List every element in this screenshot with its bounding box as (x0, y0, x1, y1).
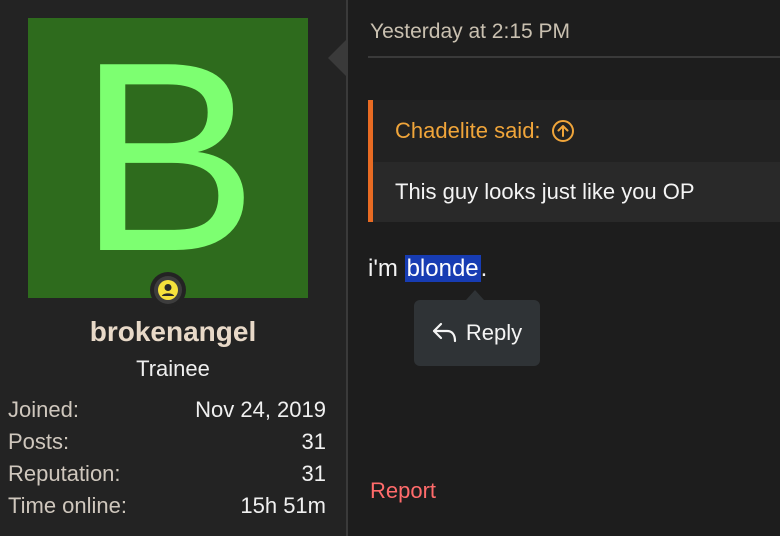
post-date[interactable]: Yesterday at 2:15 PM (370, 20, 570, 44)
user-stats: Joined: Nov 24, 2019 Posts: 31 Reputatio… (8, 394, 326, 522)
avatar-letter: B (77, 7, 259, 308)
reply-button[interactable]: Reply (414, 300, 540, 366)
stat-label: Joined: (8, 397, 79, 422)
message-text-end: . (480, 255, 488, 282)
panel-divider (346, 0, 348, 536)
user-panel: B brokenangel Trainee Joined: Nov 24, 20… (0, 0, 346, 536)
reply-label: Reply (465, 320, 523, 345)
stat-value: Nov 24, 2019 (195, 397, 326, 422)
stat-label: Time online: (8, 493, 128, 518)
quote-source-link[interactable]: Chadelite said: (395, 118, 575, 144)
report-link[interactable]: Report (370, 478, 436, 504)
stat-value: 31 (301, 461, 326, 486)
username[interactable]: brokenangel (0, 316, 346, 348)
quote-header: Chadelite said: (373, 100, 780, 162)
selected-text[interactable]: blonde (404, 255, 481, 282)
stat-time-online: Time online: 15h 51m (8, 490, 326, 522)
divider (368, 56, 780, 58)
arrow-up-circle-icon (551, 120, 574, 142)
stat-label: Reputation: (8, 461, 121, 486)
stat-joined: Joined: Nov 24, 2019 (8, 394, 326, 426)
reply-tooltip-pointer (466, 290, 484, 300)
message-text: i'm (368, 255, 405, 282)
quote-text: This guy looks just like you OP (373, 162, 780, 222)
avatar[interactable]: B (28, 18, 308, 298)
stat-value: 15h 51m (240, 493, 326, 518)
online-status-badge (150, 272, 186, 308)
message-pointer (328, 40, 346, 76)
stat-posts: Posts: 31 (8, 426, 326, 458)
user-online-icon (158, 280, 178, 300)
stat-label: Posts: (8, 429, 70, 454)
message-body: i'm blonde. (368, 252, 487, 286)
reply-icon (432, 322, 456, 343)
post-container: B brokenangel Trainee Joined: Nov 24, 20… (0, 0, 780, 536)
quote-author: Chadelite said: (395, 118, 541, 143)
quote-block: Chadelite said: This guy looks just like… (368, 100, 780, 222)
user-title: Trainee (136, 356, 210, 381)
stat-reputation: Reputation: 31 (8, 458, 326, 490)
stat-value[interactable]: 31 (302, 426, 326, 458)
